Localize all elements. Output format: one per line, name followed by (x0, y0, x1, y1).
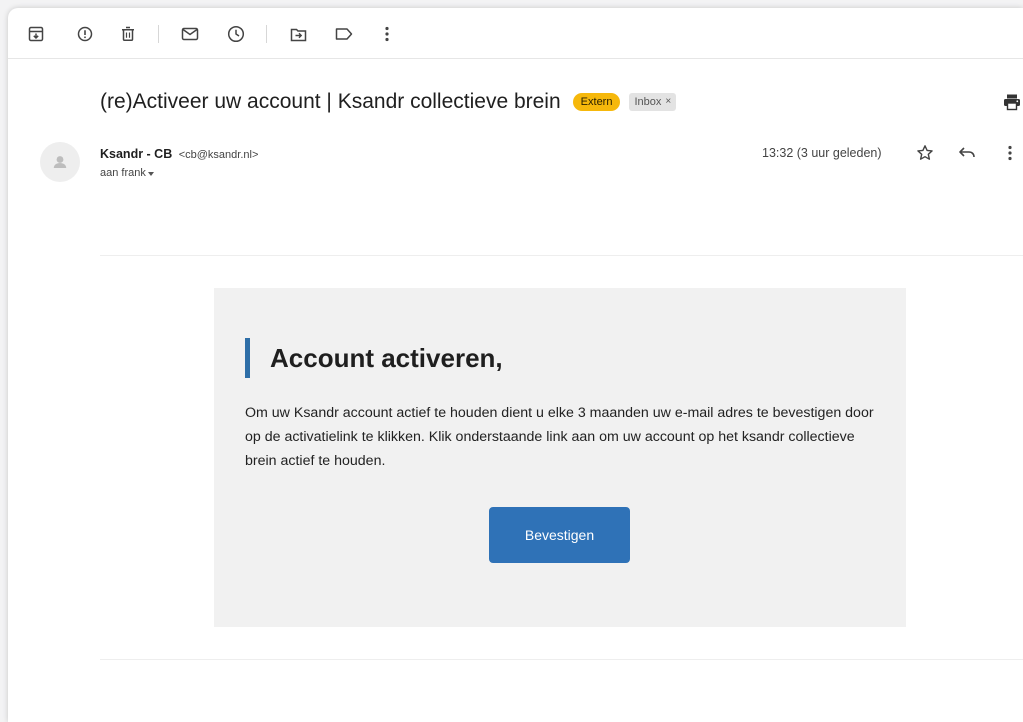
report-spam-icon[interactable] (74, 23, 96, 45)
move-to-icon[interactable] (287, 23, 309, 45)
sender-line: Ksandr - CB <cb@ksandr.nl> (100, 147, 258, 161)
sender-name[interactable]: Ksandr - CB (100, 147, 172, 161)
label-extern-badge[interactable]: Extern (572, 93, 621, 111)
divider (100, 255, 1023, 256)
message-card: Account activeren, Om uw Ksandr account … (214, 288, 906, 627)
email-window: (re)Activeer uw account | Ksandr collect… (8, 8, 1023, 722)
mark-unread-icon[interactable] (179, 23, 201, 45)
avatar[interactable] (40, 142, 80, 182)
sender-email: <cb@ksandr.nl> (178, 149, 259, 161)
card-heading: Account activeren, (245, 338, 503, 378)
recipient-line[interactable]: aan frank (100, 167, 154, 179)
recipient-text: aan frank (100, 167, 146, 179)
more-vertical-icon[interactable] (376, 23, 398, 45)
print-icon[interactable] (1002, 92, 1022, 112)
confirm-button[interactable]: Bevestigen (489, 507, 630, 563)
star-icon[interactable] (914, 142, 936, 164)
remove-label-icon[interactable]: × (665, 95, 671, 109)
label-inbox-badge[interactable]: Inbox × (629, 93, 677, 111)
snooze-icon[interactable] (225, 23, 247, 45)
card-body-text: Om uw Ksandr account actief te houden di… (245, 405, 874, 469)
label-icon[interactable] (333, 23, 355, 45)
accent-bar (245, 338, 250, 378)
email-toolbar (8, 8, 1023, 59)
reply-icon[interactable] (956, 142, 978, 164)
toolbar-separator (158, 25, 159, 43)
email-subject: (re)Activeer uw account | Ksandr collect… (100, 90, 561, 113)
archive-icon[interactable] (25, 23, 47, 45)
toolbar-separator (266, 25, 267, 43)
subject-row: (re)Activeer uw account | Ksandr collect… (100, 88, 677, 116)
chevron-down-icon[interactable] (147, 171, 154, 176)
divider (100, 659, 1023, 660)
delete-icon[interactable] (117, 23, 139, 45)
card-title: Account activeren, (270, 342, 503, 373)
email-timestamp: 13:32 (3 uur geleden) (762, 146, 882, 160)
more-vertical-icon[interactable] (999, 142, 1021, 164)
label-inbox-text: Inbox (634, 96, 662, 108)
